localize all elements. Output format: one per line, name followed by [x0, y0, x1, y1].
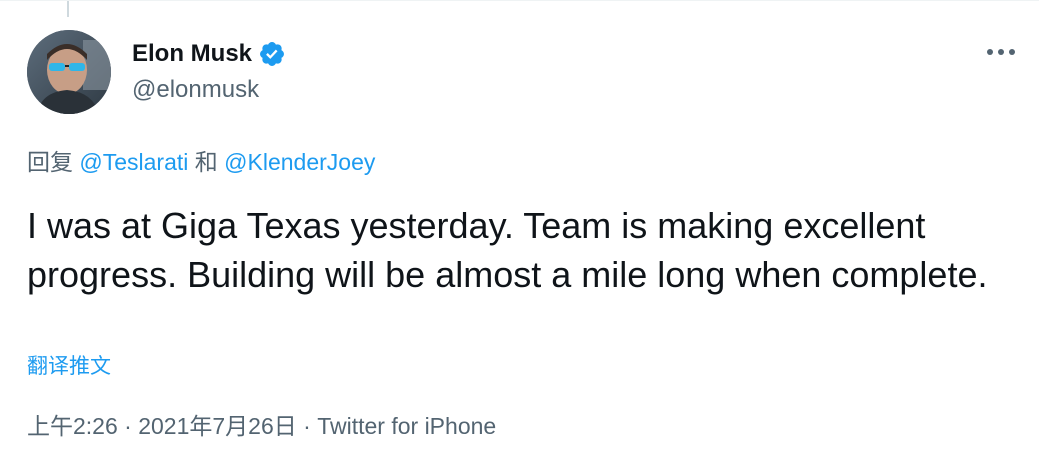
- author-display-name[interactable]: Elon Musk: [132, 39, 252, 69]
- tweet-time[interactable]: 上午2:26: [27, 413, 118, 439]
- replying-to-conjunction: 和: [194, 149, 218, 175]
- tweet-metadata: 上午2:26 · 2021年7月26日 · Twitter for iPhone: [27, 411, 496, 441]
- more-horizontal-icon: [987, 49, 1015, 55]
- author-handle[interactable]: @elonmusk: [132, 75, 259, 105]
- replying-to-line: 回复 @Teslarati 和 @KlenderJoey: [27, 147, 375, 177]
- translate-tweet-link[interactable]: 翻译推文: [27, 353, 111, 381]
- avatar-image: [27, 30, 111, 114]
- mention-teslarati-link[interactable]: @Teslarati: [79, 149, 188, 175]
- tweet-date[interactable]: 2021年7月26日: [138, 413, 297, 439]
- meta-separator: ·: [124, 413, 132, 439]
- meta-separator: ·: [303, 413, 311, 439]
- verified-badge-icon: [258, 40, 286, 68]
- tweet-card: Elon Musk @elonmusk 回复 @Teslarati 和 @Kle…: [0, 0, 1039, 456]
- tweet-text: I was at Giga Texas yesterday. Team is m…: [27, 205, 988, 295]
- replying-to-prefix: 回复: [27, 149, 73, 175]
- author-name-row[interactable]: Elon Musk: [132, 39, 286, 69]
- thread-connector-line: [67, 1, 69, 17]
- more-options-button[interactable]: [981, 37, 1021, 67]
- mention-klenderjoey-link[interactable]: @KlenderJoey: [224, 149, 375, 175]
- tweet-source[interactable]: Twitter for iPhone: [317, 413, 496, 439]
- avatar[interactable]: [27, 30, 111, 114]
